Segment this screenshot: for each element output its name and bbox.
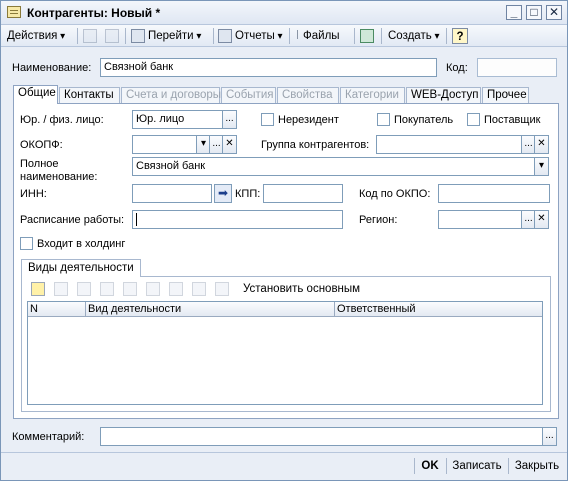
counterparty-window: Контрагенты: Новый * _ □ ✕ Действия Пере… xyxy=(0,0,568,481)
reports-icon xyxy=(218,28,232,43)
activities-table[interactable]: N Вид деятельности Ответственный xyxy=(27,301,543,405)
inn-label: ИНН: xyxy=(20,188,47,200)
schedule-input[interactable] xyxy=(132,210,343,229)
supplier-label: Поставщик xyxy=(484,114,541,126)
minimize-button[interactable]: _ xyxy=(506,5,522,20)
code-input[interactable] xyxy=(477,58,557,77)
okpo-label: Код по ОКПО: xyxy=(359,188,431,200)
legal-entity-select-button[interactable]: ... xyxy=(222,110,237,129)
actions-menu[interactable]: Действия xyxy=(7,28,65,44)
tab-accounts-contracts[interactable]: Счета и договоры xyxy=(121,87,221,103)
structure-icon[interactable] xyxy=(105,28,122,44)
toolbar-separator xyxy=(354,28,355,44)
okopf-label: ОКОПФ: xyxy=(20,139,63,151)
text-cursor xyxy=(136,213,137,226)
fullname-label: Полное наименование: xyxy=(20,158,98,183)
name-label: Наименование: xyxy=(12,62,92,74)
delete-row-icon[interactable] xyxy=(100,282,114,296)
title-bar: Контрагенты: Новый * _ □ ✕ xyxy=(1,1,567,25)
tab-events[interactable]: События xyxy=(221,87,276,103)
toolbar-separator xyxy=(289,28,290,44)
column-responsible[interactable]: Ответственный xyxy=(335,302,542,317)
bottom-separator xyxy=(446,458,447,474)
inn-fill-arrow-icon[interactable]: ➡ xyxy=(214,184,232,203)
supplier-checkbox[interactable] xyxy=(467,113,480,126)
create-menu[interactable]: Создать xyxy=(388,28,440,44)
buyer-label: Покупатель xyxy=(394,114,454,126)
tab-categories[interactable]: Категории xyxy=(340,87,405,103)
kpp-label: КПП: xyxy=(235,188,261,200)
tab-general[interactable]: Общие xyxy=(13,85,58,104)
tab-web-access[interactable]: WEB-Доступ xyxy=(406,87,481,103)
maximize-button[interactable]: □ xyxy=(526,5,542,20)
region-label: Регион: xyxy=(359,214,398,226)
close-window-button[interactable]: ✕ xyxy=(546,5,562,20)
bottom-divider xyxy=(1,452,567,453)
buyer-checkbox[interactable] xyxy=(377,113,390,126)
legal-entity-label: Юр. / физ. лицо: xyxy=(20,114,104,126)
name-input[interactable]: Связной банк xyxy=(100,58,437,77)
column-number[interactable]: N xyxy=(28,302,86,317)
okopf-clear-button[interactable]: ✕ xyxy=(222,135,237,154)
schedule-label: Расписание работы: xyxy=(20,214,125,226)
help-button[interactable]: ? xyxy=(452,28,468,44)
group-clear-button[interactable]: ✕ xyxy=(534,135,549,154)
edit-row-icon[interactable] xyxy=(77,282,91,296)
tab-other[interactable]: Прочее xyxy=(482,87,529,103)
toolbar-separator xyxy=(446,28,447,44)
close-button[interactable]: Закрыть xyxy=(512,456,562,476)
toolbar-separator xyxy=(213,28,214,44)
tab-properties[interactable]: Свойства xyxy=(277,87,339,103)
reports-menu[interactable]: Отчеты xyxy=(218,28,283,44)
toolbar-separator xyxy=(125,28,126,44)
nonresident-checkbox[interactable] xyxy=(261,113,274,126)
kpp-input[interactable] xyxy=(263,184,343,203)
group-label: Группа контрагентов: xyxy=(261,139,370,151)
code-label: Код: xyxy=(446,62,468,74)
move-down-icon[interactable] xyxy=(169,282,183,296)
holding-checkbox[interactable] xyxy=(20,237,33,250)
add-row-icon[interactable] xyxy=(31,282,45,296)
region-clear-button[interactable]: ✕ xyxy=(534,210,549,229)
legal-entity-input[interactable]: Юр. лицо xyxy=(132,110,223,129)
toolbar-separator xyxy=(77,28,78,44)
comment-select-button[interactable]: ... xyxy=(542,427,557,446)
okopf-input[interactable] xyxy=(132,135,197,154)
column-activity[interactable]: Вид деятельности xyxy=(86,302,335,317)
window-title: Контрагенты: Новый * xyxy=(27,6,161,20)
goto-menu[interactable]: Перейти xyxy=(131,28,201,44)
activities-table-header: N Вид деятельности Ответственный xyxy=(28,302,542,317)
toolbar: Действия Перейти Отчеты ǀФайлы Создать ? xyxy=(1,25,567,47)
sort-desc-icon[interactable] xyxy=(215,282,229,296)
inn-input[interactable] xyxy=(132,184,212,203)
region-input[interactable] xyxy=(438,210,523,229)
nonresident-label: Нерезидент xyxy=(278,114,339,126)
ok-button[interactable]: OK xyxy=(417,456,443,476)
files-button[interactable]: ǀ Файлы xyxy=(296,28,340,44)
tab-contacts[interactable]: Контакты xyxy=(59,87,120,103)
group-input[interactable] xyxy=(376,135,522,154)
save-button[interactable]: Записать xyxy=(450,456,504,476)
set-main-button[interactable]: Установить основным xyxy=(243,283,360,295)
end-edit-icon[interactable] xyxy=(123,282,137,296)
back-icon[interactable] xyxy=(83,28,100,44)
toolbar-separator xyxy=(381,28,382,44)
fullname-input[interactable]: Связной банк xyxy=(132,157,536,176)
holding-label: Входит в холдинг xyxy=(37,238,126,250)
comment-label: Комментарий: xyxy=(12,431,85,443)
document-icon xyxy=(7,6,21,18)
paperclip-icon: ǀ xyxy=(296,30,299,42)
fullname-dropdown-button[interactable]: ▾ xyxy=(534,157,549,176)
goto-icon xyxy=(131,28,145,43)
sort-asc-icon[interactable] xyxy=(192,282,206,296)
copy-row-icon[interactable] xyxy=(54,282,68,296)
bottom-separator xyxy=(508,458,509,474)
comment-input[interactable] xyxy=(100,427,544,446)
okpo-input[interactable] xyxy=(438,184,550,203)
activities-tab[interactable]: Виды деятельности xyxy=(21,259,141,277)
bottom-separator xyxy=(414,458,415,474)
move-up-icon[interactable] xyxy=(146,282,160,296)
email-icon[interactable] xyxy=(360,28,377,44)
